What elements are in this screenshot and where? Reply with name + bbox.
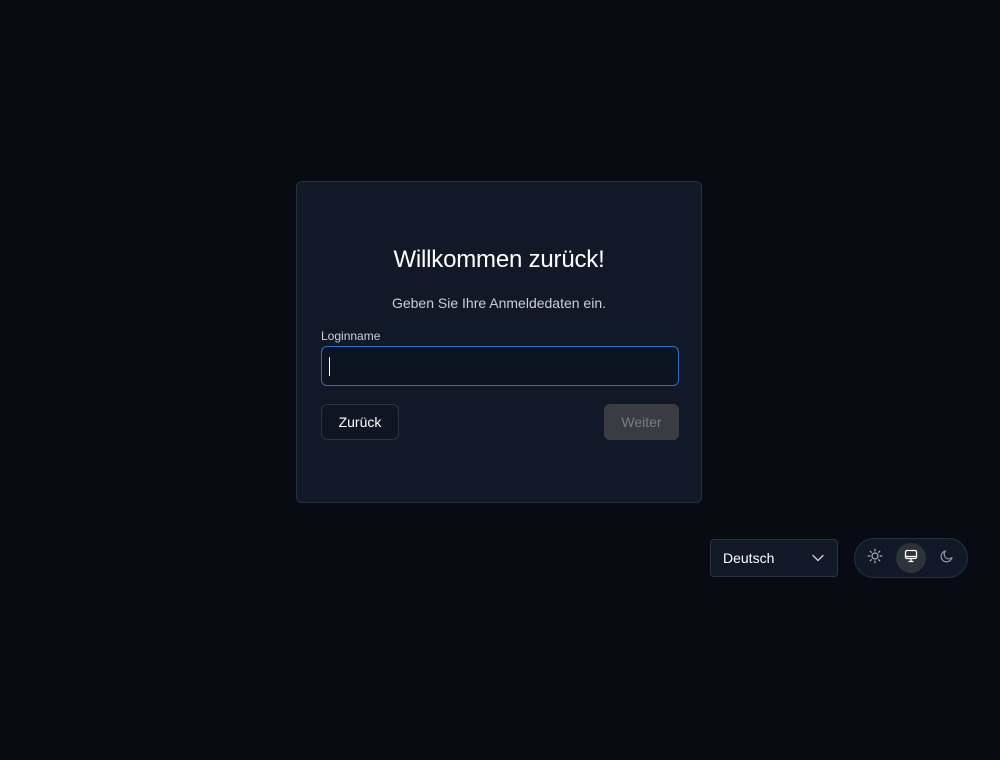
login-card: Willkommen zurück! Geben Sie Ihre Anmeld… <box>296 181 702 503</box>
theme-system-button[interactable] <box>896 543 926 573</box>
monitor-icon <box>903 548 919 569</box>
loginname-label: Loginname <box>321 329 381 343</box>
language-select[interactable]: Deutsch <box>710 539 838 577</box>
theme-toggle <box>854 538 968 578</box>
login-page: Willkommen zurück! Geben Sie Ihre Anmeld… <box>0 0 1000 760</box>
page-title: Willkommen zurück! <box>393 246 605 273</box>
theme-dark-button[interactable] <box>932 543 962 573</box>
loginname-input[interactable] <box>321 346 679 386</box>
theme-light-button[interactable] <box>860 543 890 573</box>
language-selected-value: Deutsch <box>723 550 775 566</box>
sun-icon <box>867 548 883 569</box>
chevron-down-icon <box>811 551 825 565</box>
next-button[interactable]: Weiter <box>604 404 679 440</box>
back-button[interactable]: Zurück <box>321 404 399 440</box>
page-subtitle: Geben Sie Ihre Anmeldedaten ein. <box>391 295 607 311</box>
text-caret <box>329 357 330 376</box>
moon-icon <box>939 548 955 569</box>
